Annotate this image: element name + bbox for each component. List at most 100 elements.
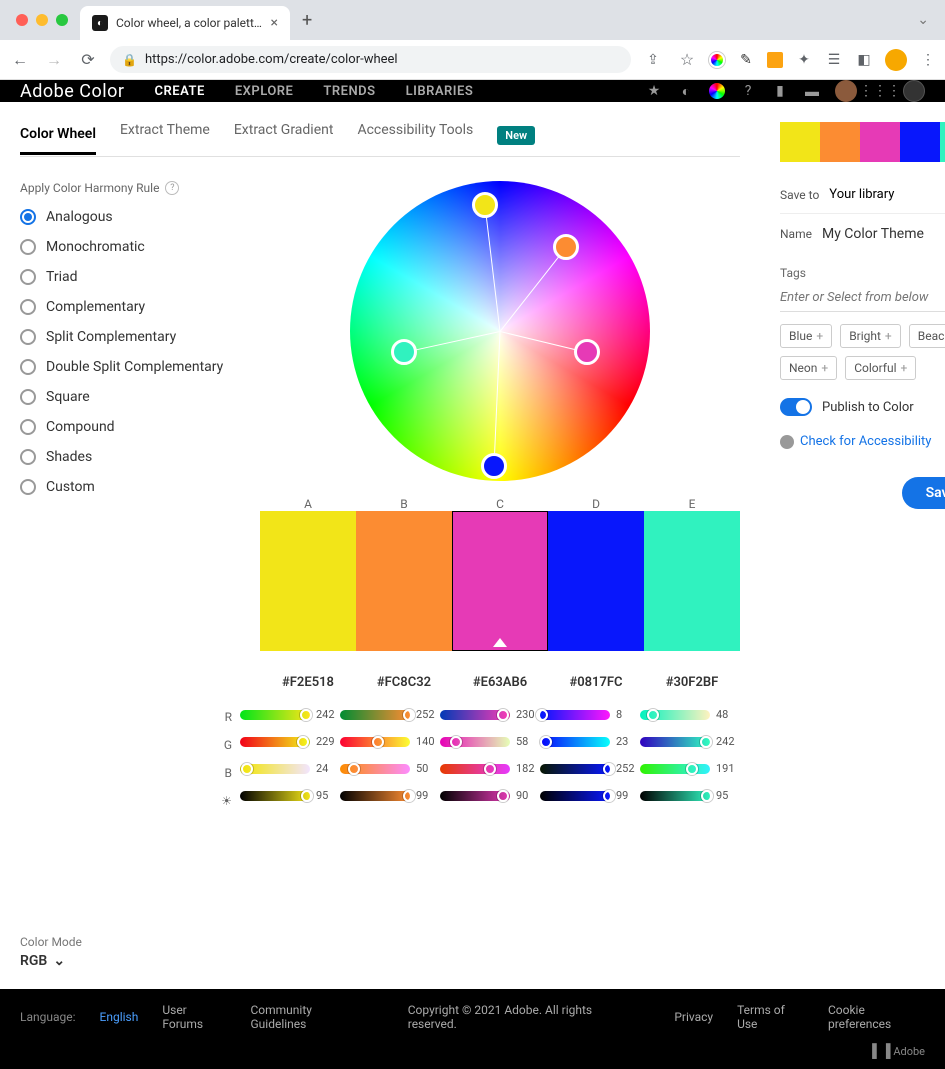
profile-avatar-icon[interactable] xyxy=(885,49,907,71)
slider-value[interactable]: 191 xyxy=(716,762,740,775)
slider[interactable]: 99 xyxy=(540,789,640,802)
tab-close-icon[interactable]: × xyxy=(271,15,278,31)
radio-icon[interactable] xyxy=(20,269,36,285)
harmony-option-shades[interactable]: Shades xyxy=(20,449,230,465)
slider-handle[interactable] xyxy=(603,763,615,775)
swatch[interactable] xyxy=(356,511,452,651)
star-icon[interactable]: ★ xyxy=(645,82,663,100)
slider-handle[interactable] xyxy=(301,790,313,802)
slider-handle[interactable] xyxy=(540,736,552,748)
slider[interactable]: 230 xyxy=(440,708,540,721)
slider-handle[interactable] xyxy=(403,790,415,802)
message-icon[interactable]: ▬ xyxy=(803,82,821,100)
apps-grid-icon[interactable]: ⋮⋮⋮ xyxy=(871,82,889,100)
slider[interactable]: 95 xyxy=(240,789,340,802)
slider-handle[interactable] xyxy=(297,736,309,748)
radio-icon[interactable] xyxy=(20,359,36,375)
slider-handle[interactable] xyxy=(372,736,384,748)
slider-handle[interactable] xyxy=(686,763,698,775)
minimize-window-icon[interactable] xyxy=(36,14,48,26)
slider-value[interactable]: 252 xyxy=(416,708,440,721)
color-mode-select[interactable]: RGB ⌄ xyxy=(20,953,100,969)
slider-value[interactable]: 90 xyxy=(516,789,540,802)
help-icon[interactable]: ? xyxy=(739,82,757,100)
theme-name-input[interactable] xyxy=(822,222,945,246)
slider[interactable]: 252 xyxy=(340,708,440,721)
slider[interactable]: 99 xyxy=(340,789,440,802)
nav-trends[interactable]: TRENDS xyxy=(323,84,375,99)
harmony-option-triad[interactable]: Triad xyxy=(20,269,230,285)
slider-handle[interactable] xyxy=(497,790,509,802)
save-to-row[interactable]: Save to Your library ⌄ + xyxy=(780,176,945,214)
harmony-option-monochromatic[interactable]: Monochromatic xyxy=(20,239,230,255)
brand-logo[interactable]: Adobe Color xyxy=(20,81,125,102)
slider-value[interactable]: 140 xyxy=(416,735,440,748)
swatch[interactable] xyxy=(644,511,740,651)
slider-value[interactable]: 242 xyxy=(716,735,740,748)
slider-value[interactable]: 48 xyxy=(716,708,740,721)
back-button[interactable]: ← xyxy=(8,50,32,70)
share-icon[interactable]: ⇪ xyxy=(641,52,665,68)
new-tab-button[interactable]: + xyxy=(294,10,320,31)
slider-handle[interactable] xyxy=(348,763,360,775)
tags-input[interactable] xyxy=(780,284,945,312)
hex-value[interactable]: #30F2BF xyxy=(644,675,740,690)
chevron-down-icon[interactable]: ⌄ xyxy=(917,12,937,28)
tag-chip[interactable]: Beach+ xyxy=(909,324,945,348)
footer-cookies[interactable]: Cookie preferences xyxy=(828,1003,925,1031)
slider-value[interactable]: 50 xyxy=(416,762,440,775)
ext-notes-icon[interactable] xyxy=(767,52,783,68)
slider[interactable]: 58 xyxy=(440,735,540,748)
wheel-marker[interactable] xyxy=(481,453,507,479)
radio-icon[interactable] xyxy=(20,419,36,435)
slider-handle[interactable] xyxy=(484,763,496,775)
browser-tab[interactable]: ◐ Color wheel, a color palette ge × xyxy=(80,6,290,40)
radio-icon[interactable] xyxy=(20,329,36,345)
slider[interactable]: 242 xyxy=(240,708,340,721)
slider-value[interactable]: 182 xyxy=(516,762,540,775)
ext-eyedropper-icon[interactable]: ✎ xyxy=(737,51,755,69)
slider-handle[interactable] xyxy=(536,709,548,721)
slider[interactable]: 229 xyxy=(240,735,340,748)
harmony-option-compound[interactable]: Compound xyxy=(20,419,230,435)
slider-handle[interactable] xyxy=(241,763,253,775)
ext-colorpicker-icon[interactable] xyxy=(709,52,725,68)
reload-button[interactable]: ⟳ xyxy=(76,50,100,69)
slider-handle[interactable] xyxy=(300,709,312,721)
tag-chip[interactable]: Bright+ xyxy=(840,324,901,348)
maximize-window-icon[interactable] xyxy=(56,14,68,26)
swatch[interactable] xyxy=(260,511,356,651)
slider-value[interactable]: 99 xyxy=(416,789,440,802)
hex-value[interactable]: #E63AB6 xyxy=(452,675,548,690)
help-circ-icon[interactable]: ? xyxy=(165,181,179,195)
creative-cloud-icon[interactable] xyxy=(903,80,925,102)
extensions-icon[interactable]: ✦ xyxy=(795,51,813,69)
harmony-option-custom[interactable]: Custom xyxy=(20,479,230,495)
notification-icon[interactable]: ▮ xyxy=(771,82,789,100)
radio-icon[interactable] xyxy=(20,299,36,315)
wheel-marker[interactable] xyxy=(574,339,600,365)
slider-value[interactable]: 229 xyxy=(316,735,340,748)
harmony-option-analogous[interactable]: Analogous xyxy=(20,209,230,225)
subnav-accessibility[interactable]: Accessibility Tools xyxy=(357,122,473,148)
contrast-icon[interactable]: ◐ xyxy=(677,82,695,100)
slider-value[interactable]: 58 xyxy=(516,735,540,748)
slider-handle[interactable] xyxy=(700,736,712,748)
harmony-option-complementary[interactable]: Complementary xyxy=(20,299,230,315)
hex-value[interactable]: #FC8C32 xyxy=(356,675,452,690)
slider-handle[interactable] xyxy=(647,709,659,721)
radio-icon[interactable] xyxy=(20,239,36,255)
wheel-marker[interactable] xyxy=(472,192,498,218)
tag-chip[interactable]: Neon+ xyxy=(780,356,837,380)
slider-value[interactable]: 95 xyxy=(316,789,340,802)
color-wheel[interactable] xyxy=(350,181,650,481)
wheel-marker[interactable] xyxy=(553,234,579,260)
slider-value[interactable]: 23 xyxy=(616,735,640,748)
subnav-color-wheel[interactable]: Color Wheel xyxy=(20,126,96,155)
slider-handle[interactable] xyxy=(603,790,615,802)
swatch[interactable] xyxy=(548,511,644,651)
slider[interactable]: 24 xyxy=(240,762,340,775)
avatar-icon[interactable] xyxy=(835,80,857,102)
subnav-extract-theme[interactable]: Extract Theme xyxy=(120,122,210,148)
footer-guidelines[interactable]: Community Guidelines xyxy=(250,1003,363,1031)
